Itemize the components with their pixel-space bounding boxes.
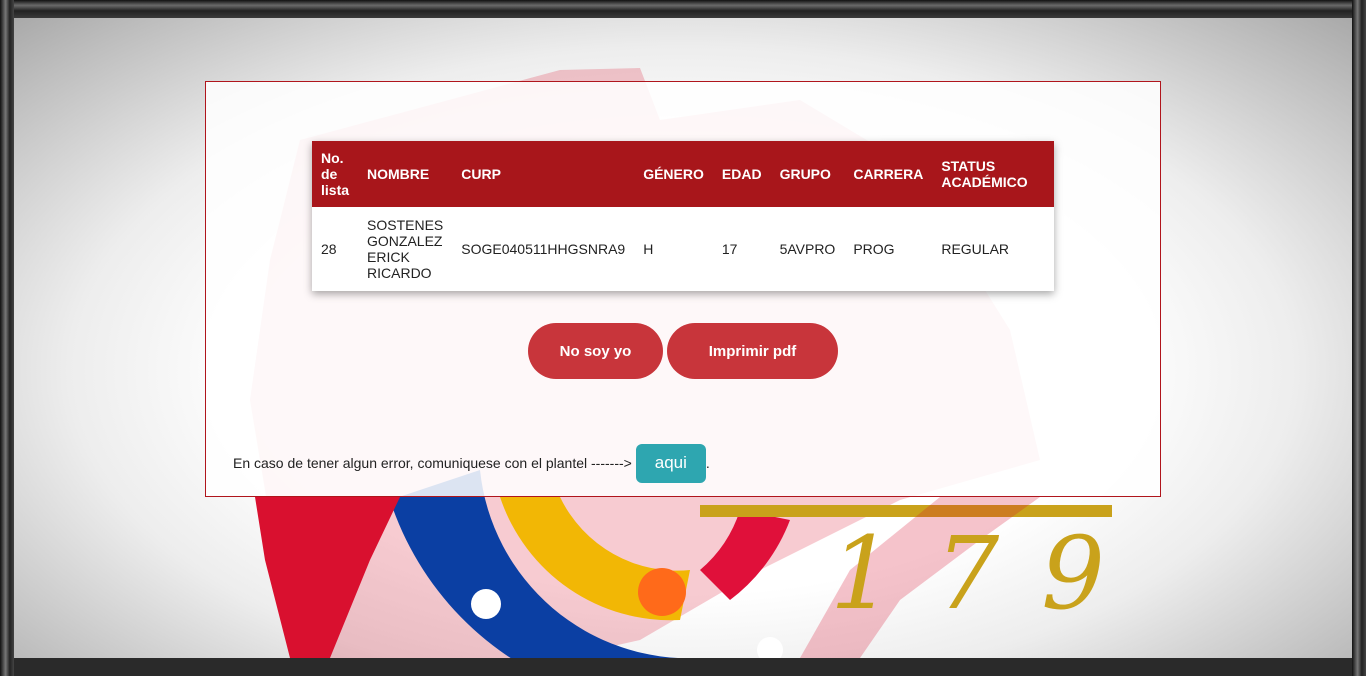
header-no-lista: No. de lista bbox=[312, 141, 359, 207]
cell-curp: SOGE040511HHGSNRA9 bbox=[461, 241, 626, 257]
error-contact-text: En caso de tener algun error, comuniques… bbox=[233, 455, 632, 471]
frame-rail-right bbox=[1352, 0, 1366, 676]
cell-no-lista: 28 bbox=[321, 241, 337, 257]
student-table: No. de lista NOMBRE CURP GÉNERO EDAD GRU… bbox=[312, 141, 1054, 291]
header-edad: EDAD bbox=[712, 141, 771, 207]
cell-carrera: PROG bbox=[853, 241, 895, 257]
error-contact-note: En caso de tener algun error, comuniques… bbox=[233, 443, 710, 483]
cell-status: REGULAR bbox=[941, 241, 1010, 257]
table-header-row: No. de lista NOMBRE CURP GÉNERO EDAD GRU… bbox=[312, 141, 1054, 207]
cell-edad: 17 bbox=[721, 241, 738, 257]
note-trailing-period: . bbox=[705, 455, 710, 471]
cell-nombre: SOSTENES GONZALEZ ERICK RICARDO bbox=[367, 217, 444, 281]
student-card: No. de lista NOMBRE CURP GÉNERO EDAD GRU… bbox=[205, 81, 1161, 497]
header-status: STATUS ACADÉMICO bbox=[932, 141, 1054, 207]
header-curp: CURP bbox=[452, 141, 635, 207]
table-row: 28 SOSTENES GONZALEZ ERICK RICARDO SOGE0… bbox=[312, 207, 1054, 291]
header-nombre: NOMBRE bbox=[358, 141, 453, 207]
cell-genero: H bbox=[643, 241, 654, 257]
header-grupo: GRUPO bbox=[770, 141, 845, 207]
header-genero: GÉNERO bbox=[634, 141, 713, 207]
contact-link-button[interactable]: aqui bbox=[635, 443, 706, 483]
frame-rail-left bbox=[0, 0, 14, 676]
cell-grupo: 5AVPRO bbox=[779, 241, 836, 257]
not-me-button[interactable]: No soy yo bbox=[528, 323, 663, 379]
header-carrera: CARRERA bbox=[844, 141, 933, 207]
print-pdf-button[interactable]: Imprimir pdf bbox=[667, 323, 838, 379]
